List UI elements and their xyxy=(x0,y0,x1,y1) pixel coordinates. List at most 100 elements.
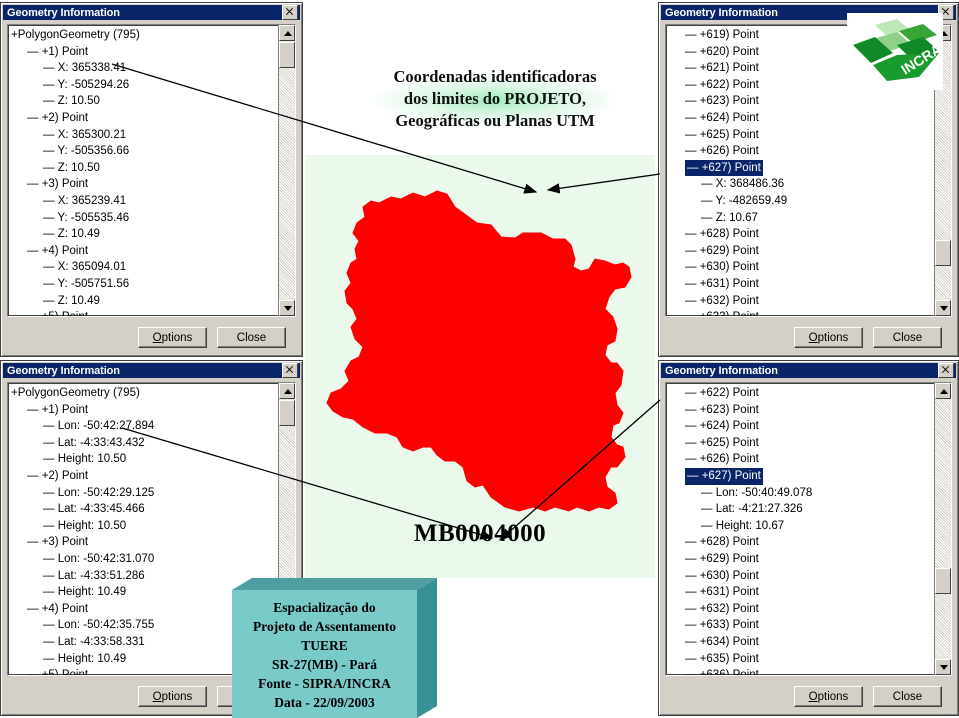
close-icon[interactable] xyxy=(282,5,298,20)
tree-row[interactable]: — Lon: -50:42:29.125 xyxy=(11,485,278,502)
scrollbar-thumb[interactable] xyxy=(279,400,295,426)
tree-row[interactable]: — +631) Point xyxy=(669,584,934,601)
tree-row[interactable]: — Z: 10.67 xyxy=(669,210,934,227)
tree-row[interactable]: — +634) Point xyxy=(669,634,934,651)
tree-row[interactable]: — +626) Point xyxy=(669,451,934,468)
scrollbar-thumb[interactable] xyxy=(935,240,951,266)
tree-row[interactable]: — X: 365338.41 xyxy=(11,60,278,77)
scrollbar-thumb[interactable] xyxy=(935,568,951,594)
tree-row[interactable]: — +623) Point xyxy=(669,93,934,110)
scroll-down-icon[interactable] xyxy=(935,659,951,675)
tree-row[interactable]: — +2) Point xyxy=(11,468,278,485)
scroll-down-icon[interactable] xyxy=(279,300,295,316)
tree-row[interactable]: — Lon: -50:42:31.070 xyxy=(11,551,278,568)
tree-row[interactable]: — +624) Point xyxy=(669,110,934,127)
tree-row[interactable]: — Lat: -4:33:45.466 xyxy=(11,501,278,518)
tree-row[interactable]: — X: 368486.36 xyxy=(669,176,934,193)
headline-line-3: Geográficas ou Planas UTM xyxy=(395,111,595,130)
tree-row[interactable]: — Z: 10.49 xyxy=(11,293,278,310)
scroll-up-icon[interactable] xyxy=(279,383,295,399)
options-button[interactable]: Options xyxy=(794,686,863,707)
tree-row[interactable]: +PolygonGeometry (795) xyxy=(11,385,278,402)
tree-row[interactable]: — +633) Point xyxy=(669,617,934,634)
tree-row-label: — X: 365300.21 xyxy=(43,128,127,141)
tree-row[interactable]: — +3) Point xyxy=(11,176,278,193)
options-button[interactable]: Options xyxy=(138,686,207,707)
tree-row[interactable]: — Z: 10.49 xyxy=(11,226,278,243)
tree-row-label: — +630) Point xyxy=(685,569,759,582)
tree-row[interactable]: — Y: -505751.56 xyxy=(11,276,278,293)
tree-row-label: — +629) Point xyxy=(685,552,759,565)
options-button[interactable]: Options xyxy=(794,327,863,348)
tree-row[interactable]: — Height: 10.67 xyxy=(669,518,934,535)
tree-row[interactable]: — Y: -505294.26 xyxy=(11,77,278,94)
tree-row[interactable]: — +624) Point xyxy=(669,418,934,435)
geometry-tree[interactable]: — +622) Point — +623) Point — +624) Point —… xyxy=(669,385,934,675)
tree-row[interactable]: — Lat: -4:33:43.432 xyxy=(11,435,278,452)
tree-row[interactable]: — Z: 10.50 xyxy=(11,160,278,177)
geometry-information-window-top-left[interactable]: Geometry Information +PolygonGeometry (7… xyxy=(0,2,303,357)
tree-row[interactable]: — +1) Point xyxy=(11,44,278,61)
tree-row[interactable]: — +3) Point xyxy=(11,534,278,551)
tree-row-label: — +634) Point xyxy=(685,635,759,648)
tree-row[interactable]: — +5) Point xyxy=(11,309,278,316)
close-icon[interactable] xyxy=(282,363,298,378)
tree-row[interactable]: — X: 365239.41 xyxy=(11,193,278,210)
tree-row[interactable]: — X: 365300.21 xyxy=(11,127,278,144)
vertical-scrollbar[interactable] xyxy=(934,383,951,675)
tree-row[interactable]: — +633) Point xyxy=(669,309,934,316)
tree-row[interactable]: — Y: -482659.49 xyxy=(669,193,934,210)
title-bar[interactable]: Geometry Information xyxy=(3,363,300,378)
tree-row[interactable]: — X: 365094.01 xyxy=(11,259,278,276)
tree-row[interactable]: — Y: -505356.66 xyxy=(11,143,278,160)
tree-row[interactable]: — Height: 10.50 xyxy=(11,518,278,535)
tree-row[interactable]: — Lat: -4:21:27.326 xyxy=(669,501,934,518)
options-button[interactable]: Options xyxy=(138,327,207,348)
tree-row-label: — +620) Point xyxy=(685,45,759,58)
title-bar[interactable]: Geometry Information xyxy=(3,5,300,20)
geometry-information-window-bottom-right[interactable]: Geometry Information — +622) Point — +623… xyxy=(658,360,959,716)
tree-row[interactable]: +PolygonGeometry (795) xyxy=(11,27,278,44)
tree-row[interactable]: — +4) Point xyxy=(11,243,278,260)
tree-panel[interactable]: — +622) Point — +623) Point — +624) Point —… xyxy=(665,382,952,676)
tree-row[interactable]: — +1) Point xyxy=(11,402,278,419)
tree-row[interactable]: — +628) Point xyxy=(669,534,934,551)
tree-row[interactable]: — Lon: -50:42:27.894 xyxy=(11,418,278,435)
tree-row[interactable]: — +629) Point xyxy=(669,243,934,260)
close-button[interactable]: Close xyxy=(217,327,286,348)
tree-row[interactable]: — +623) Point xyxy=(669,402,934,419)
close-button[interactable]: Close xyxy=(873,327,942,348)
tree-row[interactable]: — +635) Point xyxy=(669,651,934,668)
tree-row[interactable]: — +630) Point xyxy=(669,568,934,585)
scroll-up-icon[interactable] xyxy=(279,25,295,41)
vertical-scrollbar[interactable] xyxy=(278,25,295,316)
tree-row[interactable]: — +622) Point xyxy=(669,385,934,402)
tree-panel[interactable]: +PolygonGeometry (795) — +1) Point — X: 36… xyxy=(7,24,296,317)
tree-row[interactable]: — Z: 10.50 xyxy=(11,93,278,110)
tree-row[interactable]: — +626) Point xyxy=(669,143,934,160)
close-button[interactable]: Close xyxy=(873,686,942,707)
tree-row[interactable]: — +632) Point xyxy=(669,293,934,310)
scroll-down-icon[interactable] xyxy=(935,300,951,316)
scrollbar-thumb[interactable] xyxy=(279,42,295,68)
geometry-tree[interactable]: +PolygonGeometry (795) — +1) Point — X: 36… xyxy=(11,27,278,316)
scroll-up-icon[interactable] xyxy=(935,383,951,399)
tree-row[interactable]: — +636) Point xyxy=(669,667,934,675)
title-bar[interactable]: Geometry Information xyxy=(661,363,956,378)
tree-row[interactable]: — +630) Point xyxy=(669,259,934,276)
tree-row[interactable]: — +631) Point xyxy=(669,276,934,293)
tree-row-label: — Lon: -50:42:35.755 xyxy=(43,619,155,632)
tree-row[interactable]: — +627) Point xyxy=(669,159,934,177)
close-icon[interactable] xyxy=(938,363,954,378)
tree-row[interactable]: — Lon: -50:40:49.078 xyxy=(669,485,934,502)
tree-row[interactable]: — +625) Point xyxy=(669,127,934,144)
tree-row[interactable]: — Height: 10.50 xyxy=(11,451,278,468)
tree-row[interactable]: — +625) Point xyxy=(669,435,934,452)
tree-row[interactable]: — Y: -505535.46 xyxy=(11,210,278,227)
tree-row[interactable]: — +2) Point xyxy=(11,110,278,127)
callout-line-1: Espacialização do xyxy=(273,600,376,615)
tree-row[interactable]: — +627) Point xyxy=(669,467,934,485)
tree-row[interactable]: — +632) Point xyxy=(669,601,934,618)
tree-row[interactable]: — +629) Point xyxy=(669,551,934,568)
tree-row[interactable]: — +628) Point xyxy=(669,226,934,243)
